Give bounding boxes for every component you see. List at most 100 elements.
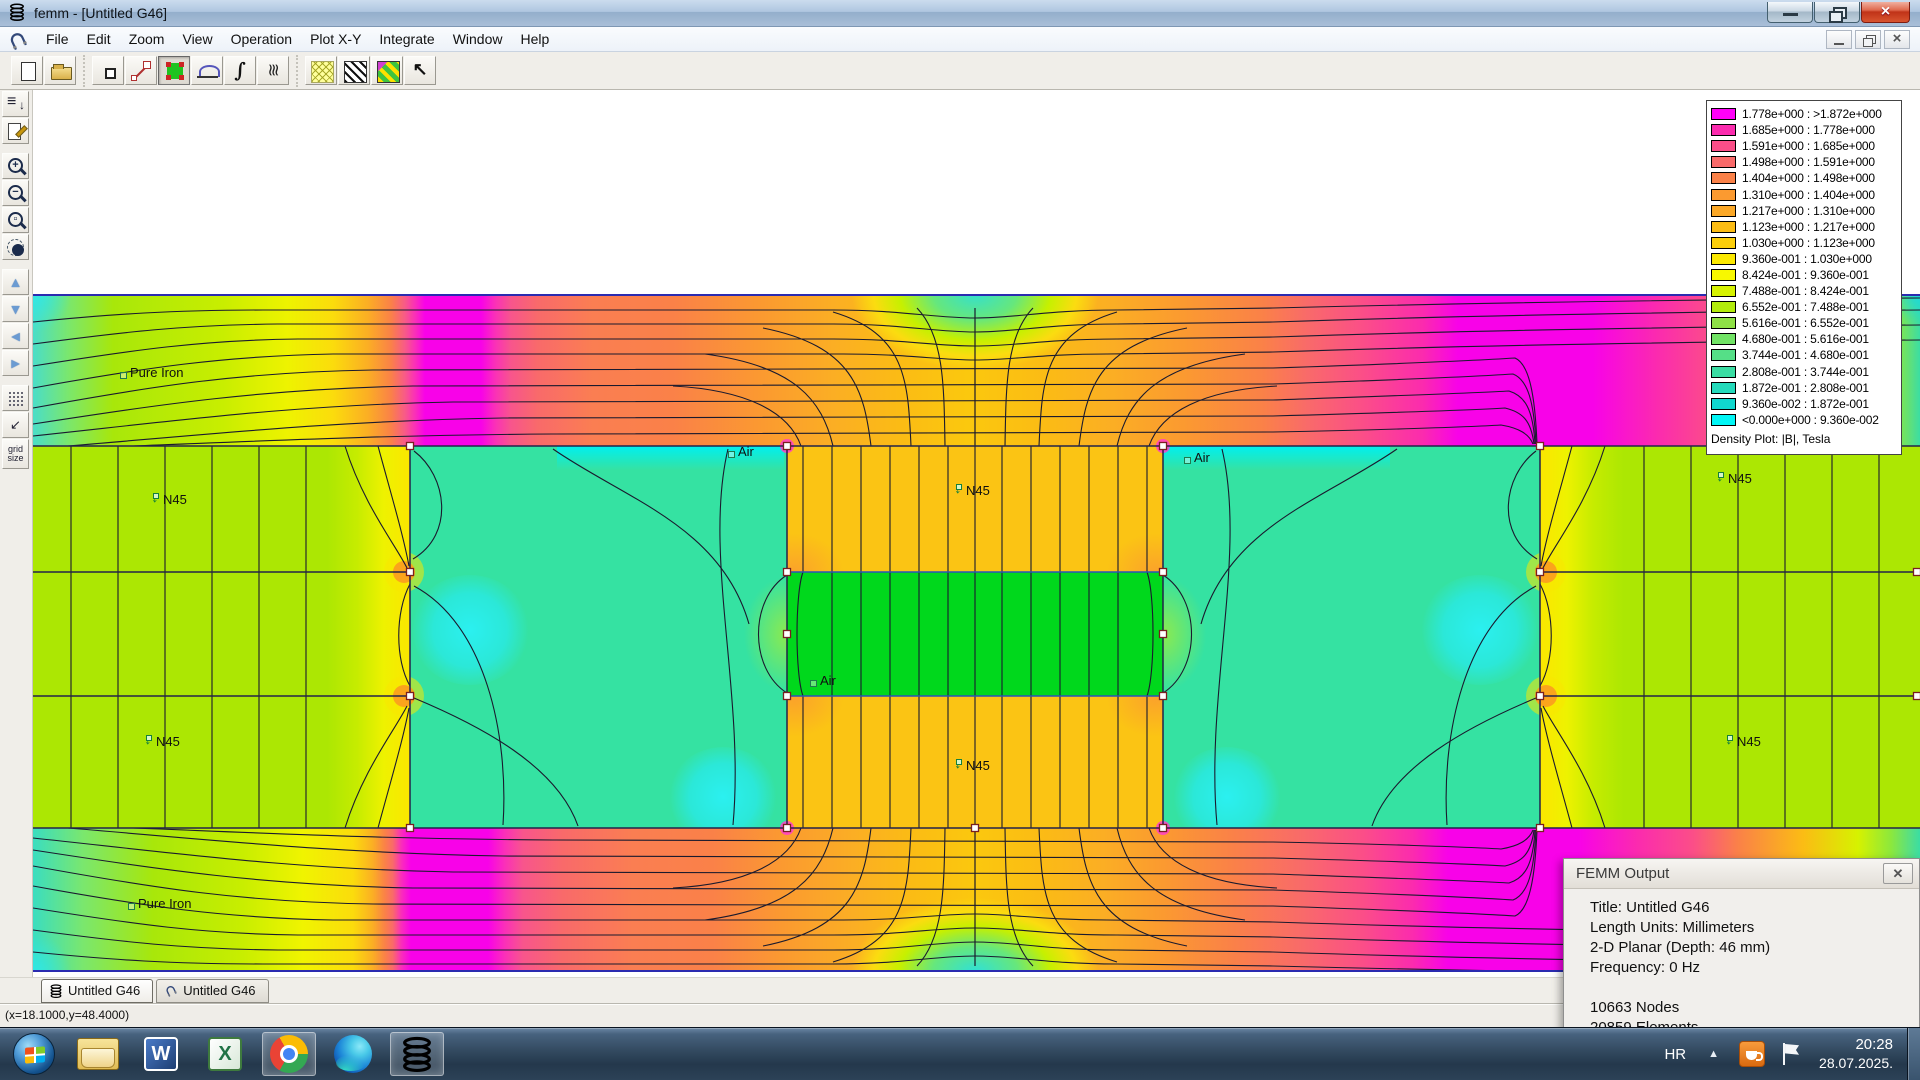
menu-item-operation[interactable]: Operation [222,29,301,49]
close-button[interactable]: × [1861,2,1910,23]
legend-color-swatch [1711,414,1736,426]
legend-color-swatch [1711,317,1736,329]
pan-down-button[interactable] [2,296,29,322]
femm-output-line: 10663 Nodes [1590,999,1919,1019]
legend-color-swatch [1711,398,1736,410]
femm-output-line: Title: Untitled G46 [1590,899,1919,919]
region-label-air: Air [1184,450,1210,465]
open-button[interactable] [44,56,76,85]
show-density-plot-button[interactable] [338,56,370,85]
hidden-icons-chevron[interactable]: ▲ [1708,1048,1719,1060]
legend-entry: 3.744e-001 : 4.680e-001 [1711,347,1901,363]
line-contour-mode-button[interactable] [125,56,157,85]
windows-taskbar: WX HR ▲ 20:28 28.07.2025. [0,1027,1920,1080]
legend-color-swatch [1711,108,1736,120]
region-label-n45: N45 [153,492,187,507]
document-magnet-icon-slot [7,30,29,48]
legend-entry: 1.872e-001 : 2.808e-001 [1711,380,1901,396]
line-integral-button[interactable] [224,56,256,85]
taskbar-explorer-icon[interactable] [70,1032,124,1076]
clock-time: 20:28 [1819,1036,1893,1054]
point-mode-button[interactable] [92,56,124,85]
block-marker-icon [1184,450,1191,464]
block-integral-button[interactable] [257,56,289,85]
menu-item-edit[interactable]: Edit [78,29,120,49]
femm-output-close-button[interactable]: ✕ [1883,863,1913,884]
taskbar-femm-icon[interactable] [390,1032,444,1076]
show-desktop-button[interactable] [1907,1028,1920,1080]
legend-entry: 1.685e+000 : 1.778e+000 [1711,122,1901,138]
zoom-window-button[interactable] [2,207,29,233]
region-label-pure-iron: Pure Iron [128,896,191,911]
snap-to-grid-button[interactable] [2,412,29,438]
point-values-button[interactable] [2,91,29,117]
menu-item-zoom[interactable]: Zoom [120,29,174,49]
taskbar-excel-icon[interactable]: X [198,1032,252,1076]
plot-xy-button[interactable] [191,56,223,85]
java-tray-icon[interactable] [1739,1041,1765,1067]
menu-item-window[interactable]: Window [444,29,512,49]
pan-right-button[interactable] [2,350,29,376]
taskbar-clock[interactable]: 20:28 28.07.2025. [1819,1036,1893,1072]
zoom-extents-button[interactable] [2,234,29,260]
region-label-n45: N45 [1718,471,1752,486]
title-bar[interactable]: femm - [Untitled G46] × [0,0,1920,27]
mdi-close-button[interactable] [1884,30,1910,49]
minimize-button[interactable] [1767,2,1813,23]
menu-item-file[interactable]: File [37,29,78,49]
document-tab-2[interactable]: Untitled G46 [156,979,268,1003]
model-canvas[interactable]: Pure IronN45AirN45AirN45AirN45N45N45Pure… [33,90,1920,977]
mdi-minimize-button[interactable] [1826,30,1852,49]
menu-item-help[interactable]: Help [511,29,558,49]
pan-left-button[interactable] [2,323,29,349]
document-tab-1[interactable]: Untitled G46 [41,979,153,1003]
femm-output-window: FEMM Output ✕ Title: Untitled G46Length … [1563,858,1920,1034]
main-toolbar [0,52,1920,90]
menu-item-plot-x-y[interactable]: Plot X-Y [301,29,370,49]
femm-output-line: Frequency: 0 Hz [1590,959,1919,979]
legend-color-swatch [1711,205,1736,217]
femm-output-titlebar[interactable]: FEMM Output ✕ [1564,859,1919,889]
language-indicator[interactable]: HR [1664,1046,1686,1063]
pan-up-button[interactable] [2,269,29,295]
menu-item-view[interactable]: View [173,29,221,49]
restore-button[interactable] [1814,2,1860,23]
legend-entry: 1.404e+000 : 1.498e+000 [1711,170,1901,186]
region-label-n45: N45 [146,734,180,749]
taskbar-word-icon[interactable]: W [134,1032,188,1076]
block-marker-icon [128,896,135,910]
grid-size-button[interactable]: grid size [2,439,29,469]
legend-entry: 1.030e+000 : 1.123e+000 [1711,235,1901,251]
taskbar-start-button[interactable] [8,1032,60,1076]
femm-coil-icon [8,3,26,21]
pointer-button[interactable] [404,56,436,85]
taskbar-edge-icon[interactable] [326,1032,380,1076]
show-vector-plot-button[interactable] [371,56,403,85]
show-mesh-button[interactable] [305,56,337,85]
region-label-n45: N45 [956,483,990,498]
menu-item-integrate[interactable]: Integrate [370,29,443,49]
show-grid-button[interactable] [2,385,29,411]
mdi-restore-button[interactable] [1855,30,1881,49]
region-label-air: Air [728,444,754,459]
block-marker-icon [728,444,735,458]
taskbar-chrome-icon[interactable] [262,1032,316,1076]
legend-color-swatch [1711,301,1736,313]
legend-entry: <0.000e+000 : 9.360e-002 [1711,412,1901,428]
block-marker-icon [120,365,127,379]
legend-entry: 9.360e-001 : 1.030e+000 [1711,251,1901,267]
legend-color-swatch [1711,140,1736,152]
legend-color-swatch [1711,237,1736,249]
action-center-flag-icon[interactable] [1781,1042,1801,1066]
zoom-in-button[interactable] [2,153,29,179]
density-plot-legend: 1.778e+000 : >1.872e+0001.685e+000 : 1.7… [1706,100,1902,455]
new-button[interactable] [11,56,43,85]
block-mode-button[interactable] [158,56,190,85]
edit-properties-button[interactable] [2,118,29,144]
zoom-out-button[interactable] [2,180,29,206]
legend-color-swatch [1711,269,1736,281]
region-label-n45: N45 [1727,734,1761,749]
legend-entry: 1.778e+000 : >1.872e+000 [1711,106,1901,122]
femm-output-line [1590,979,1919,999]
femm-coil-icon [399,1034,435,1074]
